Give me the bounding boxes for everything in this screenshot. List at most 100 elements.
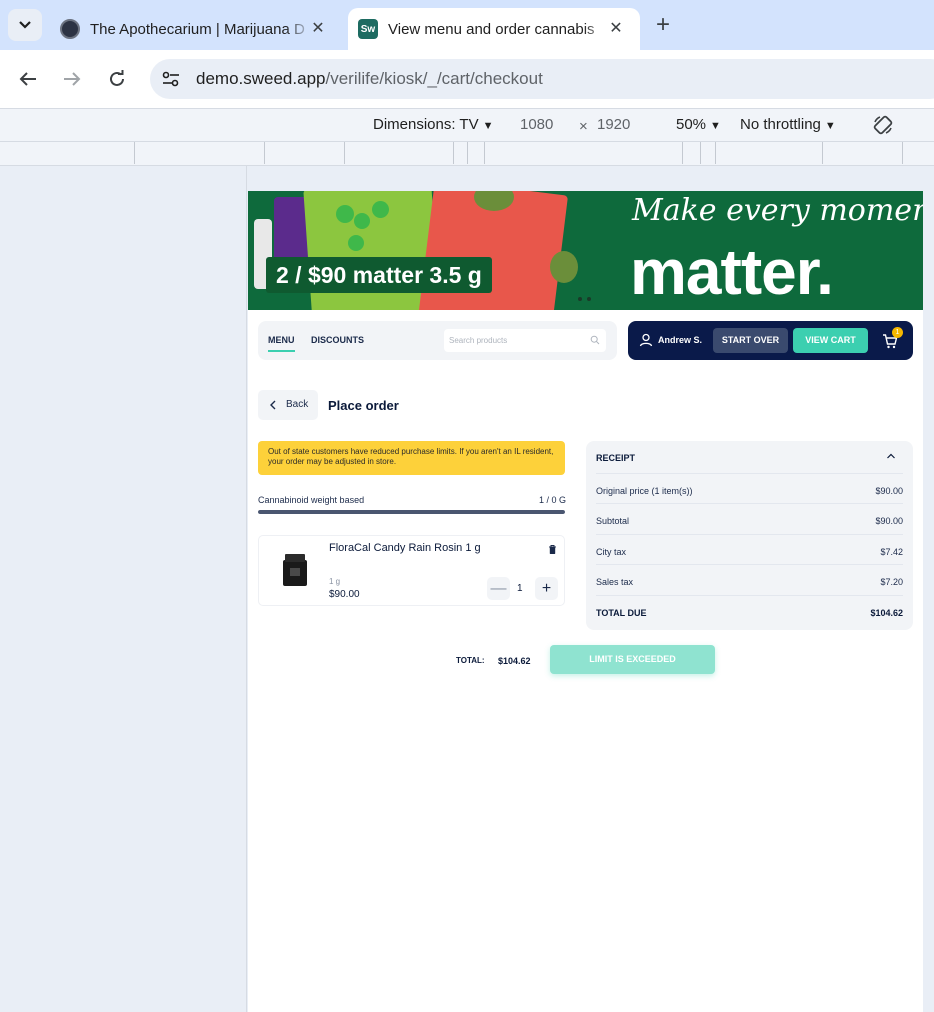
view-cart-button[interactable]: VIEW CART (793, 328, 868, 353)
place-order-button[interactable]: LIMIT IS EXCEEDED (550, 645, 715, 674)
order-total-label: TOTAL: (456, 656, 485, 665)
url-path: /verilife/kiosk/_/cart/checkout (325, 69, 543, 88)
quantity-value: 1 (517, 583, 523, 594)
viewport-edge (246, 166, 247, 1012)
chevron-left-icon (270, 400, 276, 410)
user-name[interactable]: Andrew S. (658, 335, 702, 345)
limit-label: Cannabinoid weight based (258, 495, 365, 505)
receipt-row-value: $90.00 (875, 486, 903, 496)
url-text: demo.sweed.app/verilife/kiosk/_/cart/che… (196, 69, 543, 89)
url-host: demo.sweed.app (196, 69, 326, 88)
dimensions-dropdown[interactable]: Dimensions: TV ▼ (373, 116, 493, 133)
quantity-increase-button[interactable]: + (535, 577, 558, 600)
rotate-button[interactable] (872, 114, 894, 140)
reload-icon (110, 70, 124, 86)
cart-item: FloraCal Candy Rain Rosin 1 g 1 g $90.00… (258, 535, 565, 606)
receipt-panel: RECEIPT Original price (1 item(s)) $90.0… (586, 441, 913, 630)
carousel-dot[interactable] (578, 297, 582, 301)
receipt-heading: RECEIPT (596, 453, 636, 463)
carousel-dots[interactable] (578, 297, 591, 301)
media-query-ruler (0, 142, 934, 166)
browser-toolbar: demo.sweed.app/verilife/kiosk/_/cart/che… (0, 50, 934, 108)
back-label: Back (286, 399, 309, 410)
order-total-value: $104.62 (498, 656, 531, 666)
dimensions-label: Dimensions: TV (373, 116, 479, 133)
browser-tab-sweed[interactable]: Sw View menu and order cannabis ✕ (348, 8, 640, 50)
tab-title: The Apothecarium | Marijuana D (90, 20, 305, 38)
forward-nav-button[interactable] (60, 67, 84, 91)
new-tab-button[interactable]: + (652, 13, 674, 37)
search-input[interactable]: Search products (444, 329, 606, 352)
tab-search-button[interactable] (8, 9, 42, 41)
kiosk-nav: MENU DISCOUNTS Search products (258, 321, 617, 360)
zoom-label: 50% (676, 116, 707, 133)
carousel-dot[interactable] (587, 297, 591, 301)
search-placeholder: Search products (449, 336, 508, 345)
receipt-row-subtotal: Subtotal $90.00 (596, 503, 903, 533)
receipt-row-city-tax: City tax $7.42 (596, 534, 903, 564)
promo-banner[interactable]: 2 / $90 matter 3.5 g Make every moment m… (248, 191, 923, 310)
receipt-row-value: $104.62 (870, 608, 903, 618)
chevron-down-icon (19, 21, 31, 29)
limit-progress-fill (258, 510, 565, 514)
tab-title: View menu and order cannabis (388, 20, 595, 38)
receipt-row-value: $90.00 (875, 516, 903, 526)
limit-progress-bar (258, 510, 565, 514)
kiosk-viewport: 2 / $90 matter 3.5 g Make every moment m… (248, 191, 923, 1012)
gummy-image (354, 213, 370, 229)
arrow-left-icon (19, 72, 36, 86)
receipt-row-label: Sales tax (596, 577, 634, 587)
start-over-button[interactable]: START OVER (713, 328, 788, 353)
throttling-label: No throttling (740, 116, 821, 133)
product-name[interactable]: FloraCal Candy Rain Rosin 1 g (329, 542, 481, 554)
browser-tab-apothecarium[interactable]: The Apothecarium | Marijuana D ✕ (50, 8, 342, 50)
product-image[interactable] (281, 552, 309, 588)
product-price: $90.00 (329, 589, 360, 600)
dimension-times-icon: × (579, 118, 588, 135)
close-tab-icon[interactable]: ✕ (308, 18, 328, 38)
limit-value: 1 / 0 G (539, 495, 567, 505)
gummy-image (336, 205, 354, 223)
close-tab-icon[interactable]: ✕ (606, 18, 626, 38)
site-settings-icon[interactable] (161, 69, 181, 89)
browser-tabstrip: The Apothecarium | Marijuana D ✕ Sw View… (0, 0, 934, 50)
receipt-row-original-price: Original price (1 item(s)) $90.00 (596, 473, 903, 503)
receipt-row-total-due: TOTAL DUE $104.62 (596, 595, 903, 625)
viewport-height-input[interactable]: 1920 (597, 116, 630, 133)
receipt-row-sales-tax: Sales tax $7.20 (596, 564, 903, 594)
product-weight: 1 g (329, 577, 341, 586)
receipt-row-label: Original price (1 item(s)) (596, 486, 693, 496)
tab-discounts[interactable]: DISCOUNTS (311, 335, 364, 345)
page-title: Place order (328, 398, 399, 413)
trash-icon[interactable] (547, 544, 558, 555)
reload-button[interactable] (105, 67, 129, 91)
gummy-image (372, 201, 389, 218)
throttling-dropdown[interactable]: No throttling ▼ (740, 116, 836, 133)
apothecarium-favicon-icon (60, 19, 80, 39)
receipt-row-value: $7.42 (880, 547, 903, 557)
receipt-row-label: City tax (596, 547, 627, 557)
caret-down-icon: ▼ (710, 120, 721, 132)
sweed-favicon-icon: Sw (358, 19, 378, 39)
caret-down-icon: ▼ (482, 120, 494, 132)
user-bar: Andrew S. START OVER VIEW CART 1 (628, 321, 913, 360)
arrow-right-icon (64, 72, 81, 86)
chevron-up-icon[interactable] (886, 451, 896, 461)
zoom-dropdown[interactable]: 50% ▼ (676, 116, 721, 133)
back-button[interactable]: Back (258, 390, 318, 420)
search-icon (590, 335, 600, 345)
back-nav-button[interactable] (16, 67, 40, 91)
receipt-row-label: TOTAL DUE (596, 608, 647, 618)
rotate-icon (873, 115, 893, 135)
viewport-width-input[interactable]: 1080 (520, 116, 553, 133)
gummy-image (348, 235, 364, 251)
tab-menu[interactable]: MENU (268, 335, 295, 352)
receipt-row-value: $7.20 (880, 577, 903, 587)
flower-bud-image (550, 251, 578, 283)
purchase-limit-alert: Out of state customers have reduced purc… (258, 441, 565, 475)
quantity-decrease-button[interactable]: — (487, 577, 510, 600)
receipt-row-label: Subtotal (596, 516, 630, 526)
address-bar[interactable]: demo.sweed.app/verilife/kiosk/_/cart/che… (150, 59, 934, 99)
cart-count-badge: 1 (892, 327, 903, 338)
banner-tagline: Make every moment (632, 193, 923, 228)
